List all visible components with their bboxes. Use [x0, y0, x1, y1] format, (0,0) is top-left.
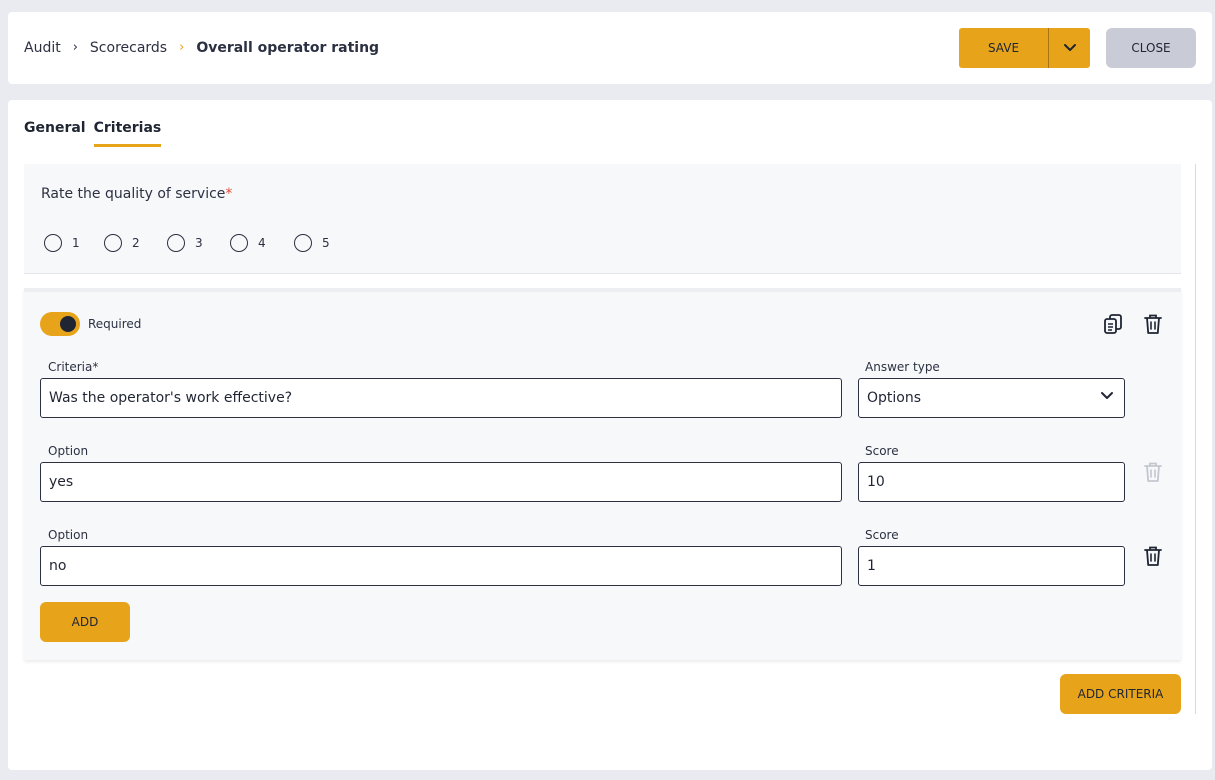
add-option-button[interactable]: ADD [40, 602, 130, 642]
breadcrumb-current: Overall operator rating [196, 40, 380, 56]
main-panel: General Criterias Rate the quality of se… [8, 100, 1212, 770]
radio-label: 3 [195, 236, 203, 250]
score-label: Score [865, 528, 899, 542]
scrollbar-track[interactable] [1195, 164, 1196, 714]
tab-general[interactable]: General [24, 120, 86, 147]
criteria-input[interactable]: Was the operator's work effective? [40, 378, 842, 418]
copy-icon[interactable] [1101, 312, 1125, 336]
option-label: Option [48, 444, 89, 458]
rating-radio-1[interactable]: 1 [44, 234, 104, 252]
option-input[interactable]: yes [40, 462, 842, 502]
score-input[interactable]: 1 [858, 546, 1125, 586]
question-text: Rate the quality of service [41, 186, 226, 202]
rating-radio-3[interactable]: 3 [167, 234, 230, 252]
trash-icon[interactable] [1141, 312, 1165, 336]
question-preview-card: Rate the quality of service* 1 2 3 4 5 [24, 164, 1181, 274]
criteria-label: Criteria* [48, 360, 99, 374]
radio-label: 4 [258, 236, 266, 250]
close-button[interactable]: CLOSE [1106, 28, 1196, 68]
add-criteria-button[interactable]: ADD CRITERIA [1060, 674, 1181, 714]
save-button[interactable]: SAVE [959, 28, 1049, 68]
score-label: Score [865, 444, 899, 458]
option-label: Option [48, 528, 89, 542]
save-button-group: SAVE [959, 28, 1090, 68]
answer-type-value: Options [867, 390, 922, 406]
chevron-right-icon: › [72, 40, 78, 55]
trash-icon[interactable] [1141, 544, 1165, 568]
tab-bar: General Criterias [24, 120, 162, 147]
toggle-knob [60, 316, 76, 332]
tab-criterias[interactable]: Criterias [93, 120, 162, 147]
answer-type-label: Answer type [865, 360, 940, 374]
save-options-button[interactable] [1049, 28, 1090, 68]
radio-circle[interactable] [230, 234, 248, 252]
radio-circle[interactable] [44, 234, 62, 252]
chevron-down-icon [1101, 392, 1113, 399]
trash-icon [1141, 460, 1165, 484]
breadcrumb-audit[interactable]: Audit [24, 40, 61, 56]
radio-circle[interactable] [167, 234, 185, 252]
question-label: Rate the quality of service* [41, 186, 232, 202]
criteria-card: Required Criteria* Was the operator's wo… [24, 288, 1181, 660]
breadcrumb: Audit › Scorecards › Overall operator ra… [24, 40, 379, 56]
breadcrumb-scorecards[interactable]: Scorecards [90, 40, 167, 56]
radio-label: 2 [132, 236, 140, 250]
score-input[interactable]: 10 [858, 462, 1125, 502]
required-toggle[interactable] [40, 312, 80, 336]
chevron-right-icon: › [179, 40, 185, 55]
radio-circle[interactable] [104, 234, 122, 252]
top-bar: Audit › Scorecards › Overall operator ra… [8, 12, 1212, 84]
required-mark: * [225, 186, 233, 202]
radio-circle[interactable] [294, 234, 312, 252]
option-input[interactable]: no [40, 546, 842, 586]
required-label: Required [88, 317, 142, 331]
rating-radio-4[interactable]: 4 [230, 234, 294, 252]
answer-type-select[interactable]: Options [858, 378, 1125, 418]
rating-radio-2[interactable]: 2 [104, 234, 167, 252]
rating-radio-5[interactable]: 5 [294, 234, 354, 252]
chevron-down-icon [1063, 44, 1076, 51]
radio-label: 5 [322, 236, 330, 250]
radio-label: 1 [72, 236, 80, 250]
rating-radio-group: 1 2 3 4 5 [44, 234, 354, 252]
